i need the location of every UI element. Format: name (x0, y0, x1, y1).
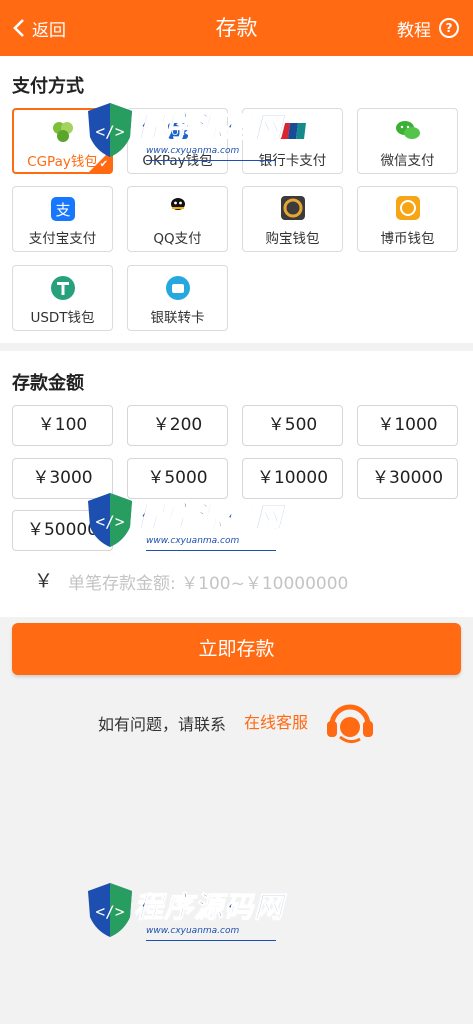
payment-option-bank-card[interactable]: 银行卡支付 (242, 108, 343, 174)
watermark-url: www.cxyuanma.com (146, 926, 240, 936)
cgpay-icon (49, 119, 77, 145)
amount-option[interactable]: ￥50000 (12, 510, 113, 551)
okpay-icon: OK (164, 118, 192, 144)
yuan-icon: ￥ (34, 570, 54, 592)
payment-method-title: 支付方式 (12, 76, 84, 97)
svg-text:支: 支 (55, 201, 70, 219)
payment-option-alipay[interactable]: 支 支付宝支付 (12, 186, 113, 252)
top-bar: 返回 存款 教程 ? (0, 0, 473, 56)
payment-option-label: USDT钱包 (30, 310, 95, 326)
headset-icon[interactable] (322, 701, 378, 745)
amount-option[interactable]: ￥10000 (242, 458, 343, 499)
unionpay-icon (279, 118, 307, 144)
usdt-icon (49, 275, 77, 301)
payment-option-label: 支付宝支付 (28, 231, 97, 247)
payment-method-section: 支付方式 CGPay钱包 ✔ OK OKPay钱包 银行卡支付 微信支付 支 支… (0, 56, 473, 343)
amount-option[interactable]: ￥5000 (127, 458, 228, 499)
payment-option-usdt[interactable]: USDT钱包 (12, 265, 113, 331)
tutorial-label: 教程 (397, 20, 431, 41)
svg-text:</>: </> (96, 902, 125, 921)
wechat-icon (394, 118, 422, 144)
amount-option[interactable]: ￥500 (242, 405, 343, 446)
payment-option-bank-transfer[interactable]: 银联转卡 (127, 265, 228, 331)
amount-option[interactable]: ￥3000 (12, 458, 113, 499)
amount-option[interactable]: ￥100 (12, 405, 113, 446)
goubao-icon (279, 196, 307, 222)
payment-option-label: 银联转卡 (150, 310, 205, 326)
check-icon: ✔ (99, 159, 108, 170)
payment-option-cgpay[interactable]: CGPay钱包 ✔ (12, 108, 113, 174)
payment-option-label: OKPay钱包 (142, 153, 213, 169)
question-icon: ? (439, 18, 459, 38)
watermark: </> 程序源码网 www.cxyuanma.com (84, 874, 294, 964)
contact-text: 如有问题，请联系 (98, 715, 227, 734)
payment-option-wechat[interactable]: 微信支付 (357, 108, 458, 174)
qq-icon (164, 196, 192, 222)
payment-option-qq[interactable]: QQ支付 (127, 186, 228, 252)
bank-transfer-icon (164, 275, 192, 301)
watermark-line (146, 940, 276, 941)
amount-input-placeholder: 单笔存款金额: ￥100~￥10000000 (68, 574, 349, 594)
watermark-text: 程序源码网 (133, 890, 285, 925)
contact-row: 如有问题，请联系 在线客服 (0, 701, 473, 745)
alipay-icon: 支 (49, 196, 77, 222)
bobi-icon (394, 196, 422, 222)
payment-option-label: 购宝钱包 (265, 231, 320, 247)
tutorial-button[interactable]: 教程 ? (397, 0, 459, 56)
watermark-shield-icon: </> (88, 883, 132, 937)
payment-option-bobi[interactable]: 博币钱包 (357, 186, 458, 252)
deposit-now-button[interactable]: 立即存款 (12, 623, 461, 675)
payment-option-label: QQ支付 (153, 231, 202, 247)
payment-option-label: 微信支付 (380, 153, 435, 169)
amount-option[interactable]: ￥30000 (357, 458, 458, 499)
payment-option-label: 博币钱包 (380, 231, 435, 247)
deposit-amount-title: 存款金额 (12, 373, 84, 394)
amount-option[interactable]: ￥200 (127, 405, 228, 446)
amount-input-field[interactable]: ￥ 单笔存款金额: ￥100~￥10000000 (0, 560, 473, 600)
payment-option-goubao[interactable]: 购宝钱包 (242, 186, 343, 252)
payment-option-okpay[interactable]: OK OKPay钱包 (127, 108, 228, 174)
online-support-link[interactable]: 在线客服 (244, 709, 308, 733)
payment-option-label: 银行卡支付 (258, 153, 327, 169)
amount-option[interactable]: ￥1000 (357, 405, 458, 446)
svg-text:OK: OK (171, 128, 185, 138)
